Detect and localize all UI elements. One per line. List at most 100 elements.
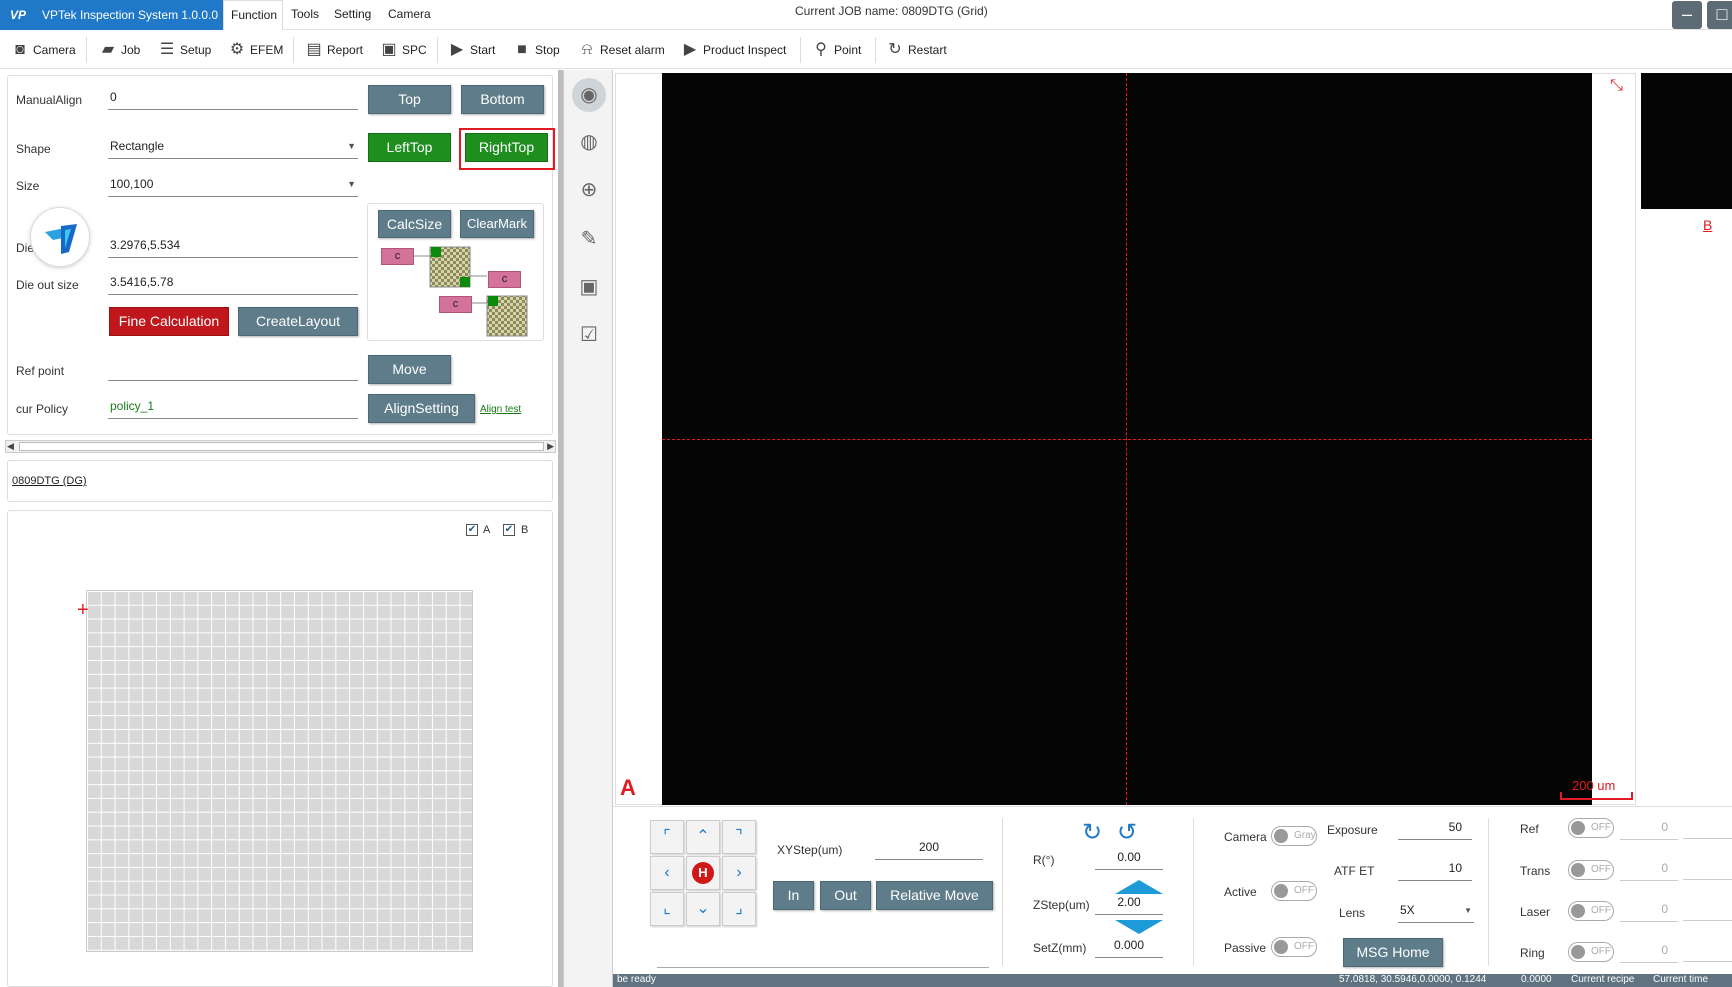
toolbar-spc-button[interactable]: ▣ SPC [379,38,426,62]
app-logo-icon: VP [10,8,27,22]
die-input[interactable]: 3.2976,5.534 [108,238,358,258]
toolbar-start-button[interactable]: ▶ Start [447,38,496,62]
fine-calculation-button[interactable]: Fine Calculation [109,307,229,336]
toolbar-point-button[interactable]: ⚲ Point [811,38,861,62]
active-toggle[interactable]: OFF [1271,881,1317,901]
size-select[interactable]: 100,100 ▼ [108,177,358,197]
menu-tools[interactable]: Tools [291,7,319,21]
lefttop-button[interactable]: LeftTop [368,133,451,162]
top-button[interactable]: Top [368,85,451,114]
toolbar-job-button[interactable]: ▰ Job [98,38,141,62]
checklist-icon[interactable]: ☑ [572,318,606,352]
align-test-link[interactable]: Align test [480,404,521,415]
bottom-button[interactable]: Bottom [461,85,544,114]
home-button[interactable]: H [686,856,720,890]
horizontal-scrollbar[interactable]: ◀ ▶ [5,440,556,453]
move-down-left-button[interactable]: ⌞ [650,892,684,926]
move-left-button[interactable]: ‹ [650,856,684,890]
passive-toggle[interactable]: OFF [1271,937,1317,957]
image-frame-icon[interactable]: ▣ [572,270,606,304]
move-down-right-button[interactable]: ⌟ [722,892,756,926]
move-up-button[interactable]: ⌃ [686,820,720,854]
light-laser-value[interactable]: 0 [1620,902,1678,922]
minimize-button[interactable]: – [1672,1,1702,29]
maximize-button[interactable]: □ [1707,1,1732,29]
scroll-left-icon[interactable]: ◀ [7,441,14,452]
divider-line [1002,818,1003,966]
ruler-icon[interactable]: ✎ [572,222,606,256]
shape-select[interactable]: Rectangle ▼ [108,139,358,159]
manual-align-input[interactable]: 0 [108,90,358,110]
toolbar-reset-alarm-button[interactable]: ⍾ Reset alarm [577,38,665,62]
align-setting-button[interactable]: AlignSetting [368,394,475,423]
current-job-title: Current JOB name: 0809DTG (Grid) [795,4,988,18]
menu-setting[interactable]: Setting [334,7,371,21]
clearmark-button[interactable]: ClearMark [460,210,534,238]
job-link[interactable]: 0809DTG (DG) [12,475,87,487]
die-grid-map[interactable] [86,590,473,952]
z-up-icon[interactable] [1115,880,1163,894]
relative-move-button[interactable]: Relative Move [876,881,993,910]
menu-camera[interactable]: Camera [388,7,431,21]
menu-function[interactable]: Function [223,0,283,30]
create-layout-button[interactable]: CreateLayout [238,307,358,336]
setz-input[interactable]: 0.000 [1095,938,1163,958]
camera-gray-toggle[interactable]: Gray [1271,826,1317,846]
r-input[interactable]: 0.00 [1095,850,1163,870]
light-ref-slider[interactable] [1683,838,1732,839]
toolbar-product-inspect-button[interactable]: ▶ Product Inspect [680,38,787,62]
checkbox-a[interactable]: ✔ [466,524,478,536]
light-ref-value[interactable]: 0 [1620,820,1678,840]
secondary-viewer[interactable] [1641,73,1732,209]
atf-et-input[interactable]: 10 [1398,861,1472,881]
light-ring-slider[interactable] [1683,961,1732,962]
die-out-size-input[interactable]: 3.5416,5.78 [108,275,358,295]
z-down-icon[interactable] [1115,920,1163,934]
toolbar-stop-button[interactable]: ■ Stop [512,38,560,62]
zstep-input[interactable]: 2.00 [1095,895,1163,915]
xy-step-input[interactable]: 200 [875,840,983,860]
light-trans-value[interactable]: 0 [1620,861,1678,881]
light-laser-slider[interactable] [1683,920,1732,921]
toolbar-efem-button[interactable]: ⚙ EFEM [227,38,284,62]
toolbar-camera-button[interactable]: ◙ Camera [10,38,76,62]
move-up-left-button[interactable]: ⌜ [650,820,684,854]
lens-select[interactable]: 5X ▼ [1398,903,1474,923]
move-up-right-button[interactable]: ⌝ [722,820,756,854]
floating-assistant-icon[interactable] [30,207,90,267]
out-button[interactable]: Out [820,881,871,910]
cur-policy-input[interactable]: policy_1 [108,399,358,419]
wafer-list-icon[interactable]: ⊕ [572,173,606,207]
move-button[interactable]: Move [368,355,451,384]
light-ref-toggle[interactable]: OFF [1568,818,1614,838]
light-trans-slider[interactable] [1683,879,1732,880]
calcsize-button[interactable]: CalcSize [378,210,451,238]
exposure-input[interactable]: 50 [1398,820,1472,840]
toolbar-restart-button[interactable]: ↻ Restart [885,38,946,62]
light-ring-value[interactable]: 0 [1620,943,1678,963]
toolbar-setup-button[interactable]: ☰ Setup [157,38,212,62]
in-button[interactable]: In [773,881,814,910]
toolbar-report-button[interactable]: ▤ Report [304,38,363,62]
grid-sphere-icon[interactable]: ◍ [572,125,606,159]
light-laser-toggle[interactable]: OFF [1568,901,1614,921]
rotate-cw-icon[interactable]: ↻ [1082,818,1102,847]
light-trans-toggle[interactable]: OFF [1568,860,1614,880]
scroll-right-icon[interactable]: ▶ [547,441,554,452]
light-ring-toggle[interactable]: OFF [1568,942,1614,962]
camera-capture-icon[interactable]: ◉ [572,78,606,112]
exposure-label: Exposure [1327,823,1378,837]
ref-point-input[interactable] [108,361,358,381]
scale-bar [1560,792,1633,800]
move-right-button[interactable]: › [722,856,756,890]
move-down-button[interactable]: ⌄ [686,892,720,926]
msg-home-button[interactable]: MSG Home [1343,938,1443,967]
size-label: Size [16,179,40,193]
collapse-icon[interactable]: ⤡ [1610,77,1623,95]
checkbox-b[interactable]: ✔ [503,524,515,536]
diagram-mark-c: c [381,248,414,265]
scrollbar-thumb[interactable] [19,442,544,451]
righttop-button[interactable]: RightTop [465,133,548,162]
toolbar-label: Setup [180,43,212,57]
rotate-ccw-icon[interactable]: ↺ [1117,818,1137,847]
